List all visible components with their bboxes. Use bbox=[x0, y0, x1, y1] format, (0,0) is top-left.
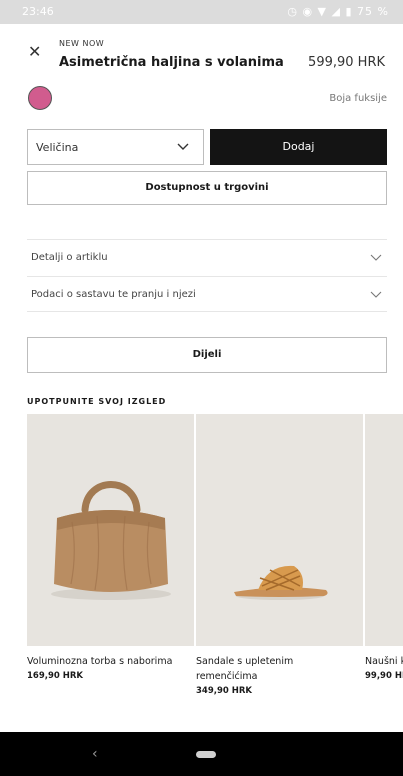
signal-icon: ◢ bbox=[331, 5, 341, 18]
product-carousel[interactable]: Voluminozna torba s naborima 169,90 HRK … bbox=[27, 414, 403, 714]
size-select-label: Veličina bbox=[36, 141, 79, 154]
back-icon[interactable]: ‹ bbox=[92, 746, 98, 762]
product-name: Naušni kristal bbox=[365, 656, 403, 667]
product-name: Voluminozna torba s naborima bbox=[27, 656, 173, 667]
section-heading: UPOTPUNITE SVOJ IZGLED bbox=[27, 397, 167, 406]
battery-percent: 75 % bbox=[357, 5, 389, 18]
product-card[interactable]: Naušni kristal 99,90 HRK bbox=[365, 414, 403, 683]
data-saver-icon: ◉ bbox=[302, 5, 314, 18]
color-swatch[interactable] bbox=[28, 86, 52, 110]
product-price: 169,90 HRK bbox=[27, 671, 84, 681]
product-eyebrow: NEW NOW bbox=[59, 39, 105, 48]
chevron-down-icon bbox=[370, 254, 382, 261]
product-image-sandal bbox=[196, 414, 363, 646]
product-header: ✕ NEW NOW Asimetrična haljina s volanima… bbox=[0, 24, 403, 86]
size-select[interactable]: Veličina bbox=[27, 129, 204, 165]
product-price: 599,90 HRK bbox=[308, 55, 385, 70]
accordion-item-composition[interactable]: Podaci o sastavu te pranju i njezi bbox=[27, 276, 387, 312]
accordion-item-details[interactable]: Detalji o artiklu bbox=[27, 239, 387, 275]
product-price: 99,90 HRK bbox=[365, 671, 403, 681]
chevron-down-icon bbox=[177, 143, 189, 150]
product-name: Sandale s upletenim remenčićima bbox=[196, 656, 294, 682]
product-title: Asimetrična haljina s volanima bbox=[59, 55, 284, 70]
accordion-label: Detalji o artiklu bbox=[31, 252, 108, 263]
product-image-bag bbox=[27, 414, 194, 646]
product-price: 349,90 HRK bbox=[196, 686, 253, 696]
product-card[interactable]: Voluminozna torba s naborima 169,90 HRK bbox=[27, 414, 194, 683]
product-card[interactable]: Sandale s upletenim remenčićima 349,90 H… bbox=[196, 414, 363, 698]
status-time: 23:46 bbox=[22, 5, 54, 18]
wifi-icon: ▼ bbox=[317, 5, 328, 18]
chevron-down-icon bbox=[370, 291, 382, 298]
status-bar: 23:46 ◷ ◉ ▼ ◢ ▮ 75 % bbox=[0, 0, 403, 24]
add-to-cart-button[interactable]: Dodaj bbox=[210, 129, 387, 165]
close-icon[interactable]: ✕ bbox=[28, 42, 41, 61]
home-pill-icon[interactable] bbox=[196, 751, 216, 758]
color-name: Boja fuksije bbox=[329, 93, 387, 104]
battery-icon: ▮ bbox=[345, 5, 353, 18]
store-availability-button[interactable]: Dostupnost u trgovini bbox=[27, 171, 387, 205]
system-nav-bar: ‹ bbox=[0, 732, 403, 776]
sandal-icon bbox=[196, 414, 363, 646]
alarm-icon: ◷ bbox=[287, 5, 298, 18]
product-image-earrings bbox=[365, 414, 403, 646]
status-icons: ◷ ◉ ▼ ◢ ▮ 75 % bbox=[287, 5, 389, 18]
share-button[interactable]: Dijeli bbox=[27, 337, 387, 373]
accordion-label: Podaci o sastavu te pranju i njezi bbox=[31, 289, 196, 300]
bag-icon bbox=[27, 414, 194, 646]
